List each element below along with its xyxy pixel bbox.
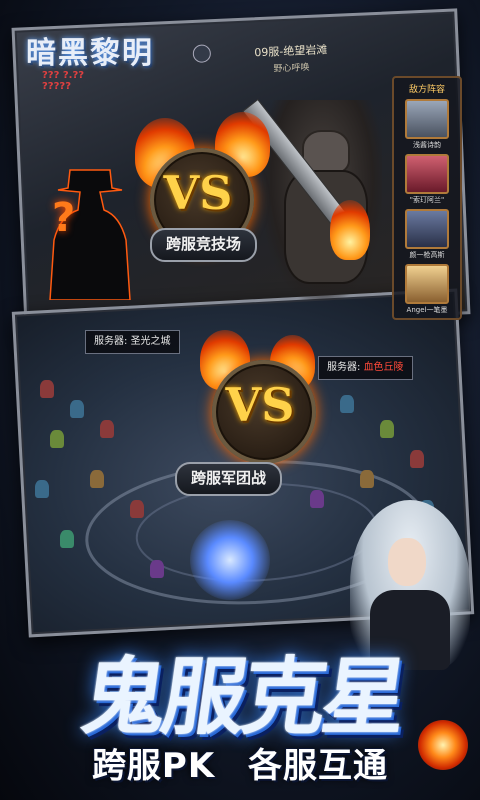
enemy-portrait: [405, 209, 449, 249]
enemy-member[interactable]: Angel一笔墨: [404, 264, 450, 315]
elf-face: [388, 538, 426, 586]
enemy-portrait: [405, 99, 449, 139]
enemy-name: Angel一笔墨: [406, 306, 448, 314]
enemy-name: 浅酱诗韵: [413, 141, 441, 149]
server-b-name: 血色丘陵: [363, 362, 404, 373]
server-a-name: 圣光之城: [130, 336, 171, 347]
tagline-all-servers-connected: 各服互通: [248, 746, 389, 786]
army-unit: [380, 420, 394, 438]
server-badge-icon: [192, 44, 212, 63]
arena-mode-label[interactable]: 跨服竞技场: [150, 228, 258, 262]
army-unit: [310, 490, 324, 508]
tagline-cross-server-pk: 跨服PK: [91, 746, 216, 786]
army-unit: [50, 430, 64, 448]
flame-effect: [330, 200, 370, 260]
enemy-name: "索玎阿兰": [409, 196, 445, 204]
server-a-label: 服务器: 圣光之城: [85, 330, 180, 354]
server-title-block: 09服-绝望岩滩 野心呼唤: [192, 39, 372, 78]
enemy-portrait: [405, 154, 449, 194]
army-unit: [130, 500, 144, 518]
vs-text: VS: [163, 166, 233, 220]
server-a-prefix: 服务器:: [94, 336, 128, 347]
enemy-member[interactable]: 浅酱诗韵: [404, 99, 450, 150]
enemy-member[interactable]: "索玎阿兰": [404, 154, 450, 205]
army-unit: [100, 420, 114, 438]
army-unit: [150, 560, 164, 578]
enemy-member[interactable]: 颜一枪高斯: [404, 209, 450, 260]
lightning-effect: [190, 520, 270, 600]
army-unit: [90, 470, 104, 488]
tagline: 跨服PK 各服互通: [0, 738, 480, 786]
army-unit: [360, 470, 374, 488]
army-unit: [35, 480, 49, 498]
army-unit: [410, 450, 424, 468]
mystery-mark: ?: [52, 195, 76, 241]
army-unit: [60, 530, 74, 548]
enemy-lineup-panel: 敌方阵容 浅酱诗韵 "索玎阿兰" 颜一枪高斯 Angel一笔墨: [392, 76, 462, 320]
legion-mode-label[interactable]: 跨服军团战: [175, 462, 283, 496]
headline: 鬼服克星: [75, 648, 410, 746]
logo-title: 暗黑黎明: [26, 36, 154, 71]
server-b-prefix: 服务器:: [327, 362, 361, 373]
enemy-name: 颜一枪高斯: [409, 251, 445, 259]
enemy-lineup-header: 敌方阵容: [408, 85, 445, 95]
enemy-portrait: [405, 264, 449, 304]
logo-marks: ??? ?.?? ?????: [42, 70, 85, 92]
army-unit: [70, 400, 84, 418]
vs-emblem-legion: VS: [212, 360, 316, 464]
army-unit: [340, 395, 354, 413]
army-unit: [40, 380, 54, 398]
game-logo: 暗黑黎明 ??? ?.?? ?????: [20, 18, 170, 92]
server-b-label: 服务器: 血色丘陵: [318, 356, 413, 380]
vs-text: VS: [225, 378, 295, 432]
fireball-effect: [418, 720, 468, 770]
promo-screen: 暗黑黎明 ??? ?.?? ????? 09服-绝望岩滩 野心呼唤 ? VS 跨…: [0, 0, 480, 800]
